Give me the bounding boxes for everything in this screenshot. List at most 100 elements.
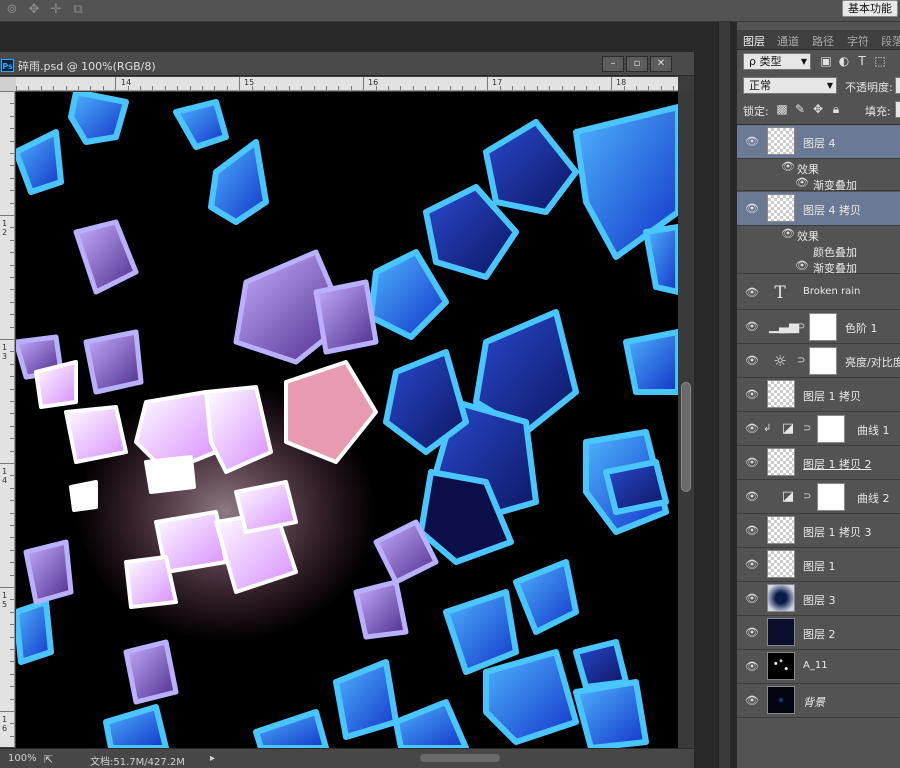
- layer-row[interactable]: 👁︎ 图层 4: [737, 125, 900, 159]
- vertical-ruler[interactable]: 1 2 1 3 1 4 1 5 1 6: [0, 91, 15, 747]
- layer-row[interactable]: 👁︎ 图层 1 拷贝: [737, 378, 900, 412]
- layer-row[interactable]: 👁︎ ↲ ◪ ⊃ 曲线 1: [737, 412, 900, 446]
- layer-name[interactable]: 图层 2: [803, 626, 836, 642]
- layer-name[interactable]: 图层 4 拷贝: [803, 202, 861, 218]
- layer-name[interactable]: 图层 4: [803, 135, 836, 151]
- layer-name[interactable]: 背景: [803, 694, 825, 710]
- layer-row[interactable]: 👁︎ 图层 2: [737, 616, 900, 650]
- tab-layers[interactable]: 图层: [743, 33, 765, 49]
- 3d-slide-icon[interactable]: ✛: [48, 2, 64, 18]
- 3d-rotate-icon[interactable]: ⊚: [4, 2, 20, 18]
- visibility-eye-icon[interactable]: 👁︎: [745, 422, 759, 436]
- ruler-label: 1 5: [2, 591, 8, 609]
- mask-link-icon[interactable]: ⊃: [797, 354, 805, 368]
- layer-name[interactable]: 色阶 1: [845, 320, 878, 336]
- document-tab[interactable]: Ps 碎雨.psd @ 100%(RGB/8) – ▫ ✕: [0, 52, 694, 76]
- lock-transparency-icon[interactable]: ▩: [775, 102, 789, 116]
- visibility-eye-icon[interactable]: 👁︎: [745, 202, 759, 216]
- layer-row[interactable]: 👁︎ 图层 4 拷贝: [737, 192, 900, 226]
- tab-paths[interactable]: 路径: [812, 33, 834, 49]
- visibility-eye-icon[interactable]: 👁︎: [745, 660, 759, 674]
- close-button[interactable]: ✕: [650, 56, 672, 72]
- layer-row[interactable]: 👁︎ 图层 1 拷贝 3: [737, 514, 900, 548]
- status-menu-arrow-icon[interactable]: ▸: [210, 753, 215, 764]
- visibility-eye-icon[interactable]: 👁︎: [745, 354, 759, 368]
- visibility-eye-icon[interactable]: 👁︎: [745, 592, 759, 606]
- horizontal-scroll-thumb[interactable]: [420, 754, 500, 762]
- layer-row[interactable]: 👁︎ A_11: [737, 650, 900, 684]
- visibility-eye-icon[interactable]: 👁︎: [781, 227, 795, 241]
- layer-name[interactable]: 图层 1 拷贝 2: [803, 456, 872, 472]
- layer-mask-thumbnail[interactable]: [817, 483, 845, 511]
- lock-position-icon[interactable]: ✥: [811, 102, 825, 116]
- layer-name[interactable]: 图层 1 拷贝: [803, 388, 861, 404]
- mask-link-icon[interactable]: ⊃: [797, 320, 805, 334]
- filter-type-icon[interactable]: T: [855, 54, 869, 68]
- document-size[interactable]: 文档:51.7M/427.2M: [90, 753, 185, 768]
- mask-link-icon[interactable]: ⊃: [803, 490, 811, 504]
- horizontal-ruler[interactable]: 14 15 16 17 18: [16, 77, 678, 91]
- layer-row[interactable]: 👁︎ ▁▃▅ ⊃ 色阶 1: [737, 310, 900, 344]
- blend-mode-select[interactable]: 正常 ▼: [743, 77, 837, 94]
- visibility-eye-icon[interactable]: 👁︎: [781, 160, 795, 174]
- effect-name[interactable]: 渐变叠加: [813, 260, 857, 276]
- layer-row[interactable]: 👁︎ ☼ ⊃ 亮度/对比度 1: [737, 344, 900, 378]
- visibility-eye-icon[interactable]: 👁︎: [745, 558, 759, 572]
- layer-row[interactable]: 👁︎ 图层 1: [737, 548, 900, 582]
- fill-input[interactable]: 1: [895, 101, 900, 118]
- layer-mask-thumbnail[interactable]: [809, 313, 837, 341]
- layer-name[interactable]: 曲线 1: [857, 422, 890, 438]
- layer-row[interactable]: 👁︎ ◪ ⊃ 曲线 2: [737, 480, 900, 514]
- 3d-pan-icon[interactable]: ✥: [26, 2, 42, 18]
- scroll-thumb[interactable]: [681, 382, 691, 492]
- export-icon[interactable]: ⇱: [44, 753, 53, 766]
- filter-adjustment-icon[interactable]: ◐: [837, 54, 851, 68]
- effect-name[interactable]: 渐变叠加: [813, 177, 857, 193]
- visibility-eye-icon[interactable]: 👁︎: [745, 286, 759, 300]
- layer-name[interactable]: 图层 3: [803, 592, 836, 608]
- layer-name[interactable]: 曲线 2: [857, 490, 890, 506]
- opacity-input[interactable]: 1: [895, 77, 900, 94]
- vertical-scrollbar[interactable]: [678, 92, 694, 748]
- minimize-button[interactable]: –: [602, 56, 624, 72]
- lock-all-icon[interactable]: 🔒︎: [829, 102, 843, 116]
- layer-name[interactable]: 图层 1 拷贝 3: [803, 524, 872, 540]
- maximize-button[interactable]: ▫: [626, 56, 648, 72]
- layer-name[interactable]: 亮度/对比度 1: [845, 354, 900, 370]
- filter-pixel-icon[interactable]: ▣: [819, 54, 833, 68]
- ruler-origin[interactable]: [0, 77, 16, 91]
- visibility-eye-icon[interactable]: 👁︎: [745, 388, 759, 402]
- visibility-eye-icon[interactable]: 👁︎: [745, 320, 759, 334]
- tab-character[interactable]: 字符: [847, 33, 869, 49]
- visibility-eye-icon[interactable]: 👁︎: [745, 524, 759, 538]
- lock-pixels-icon[interactable]: ✎: [793, 102, 807, 116]
- workspace-button[interactable]: 基本功能: [842, 0, 898, 17]
- visibility-eye-icon[interactable]: 👁︎: [745, 456, 759, 470]
- visibility-eye-icon[interactable]: 👁︎: [745, 626, 759, 640]
- canvas-artwork[interactable]: [16, 92, 678, 748]
- visibility-eye-icon[interactable]: 👁︎: [745, 694, 759, 708]
- filter-shape-icon[interactable]: ⬚: [873, 54, 887, 68]
- ruler-tick: [10, 177, 14, 179]
- mask-link-icon[interactable]: ⊃: [803, 422, 811, 436]
- layer-row[interactable]: 👁︎ 图层 3: [737, 582, 900, 616]
- visibility-eye-icon[interactable]: 👁︎: [795, 259, 809, 273]
- visibility-eye-icon[interactable]: 👁︎: [745, 135, 759, 149]
- visibility-eye-icon[interactable]: 👁︎: [795, 176, 809, 190]
- layer-filter-select[interactable]: ρ 类型 ▼: [743, 53, 811, 70]
- visibility-eye-icon[interactable]: 👁︎: [745, 490, 759, 504]
- tab-paragraph[interactable]: 段落: [881, 33, 900, 49]
- layer-mask-thumbnail[interactable]: [817, 415, 845, 443]
- layer-mask-thumbnail[interactable]: [809, 347, 837, 375]
- layer-row[interactable]: 👁︎ 图层 1 拷贝 2: [737, 446, 900, 480]
- layer-row[interactable]: 👁︎ 背景: [737, 684, 900, 718]
- layer-name[interactable]: Broken rain: [803, 286, 860, 297]
- layer-name[interactable]: 图层 1: [803, 558, 836, 574]
- layer-name[interactable]: A_11: [803, 660, 828, 671]
- layer-row[interactable]: 👁︎ T Broken rain: [737, 276, 900, 310]
- ruler-tick: [164, 86, 166, 90]
- layers-panel: 图层 通道 路径 字符 段落 ρ 类型▼ ▣ ◐ T ⬚ 正常▼ 不透明度: 1…: [736, 22, 900, 768]
- tab-channels[interactable]: 通道: [777, 33, 799, 49]
- zoom-level[interactable]: 100%: [8, 753, 37, 764]
- 3d-scale-icon[interactable]: ⧉: [70, 2, 86, 18]
